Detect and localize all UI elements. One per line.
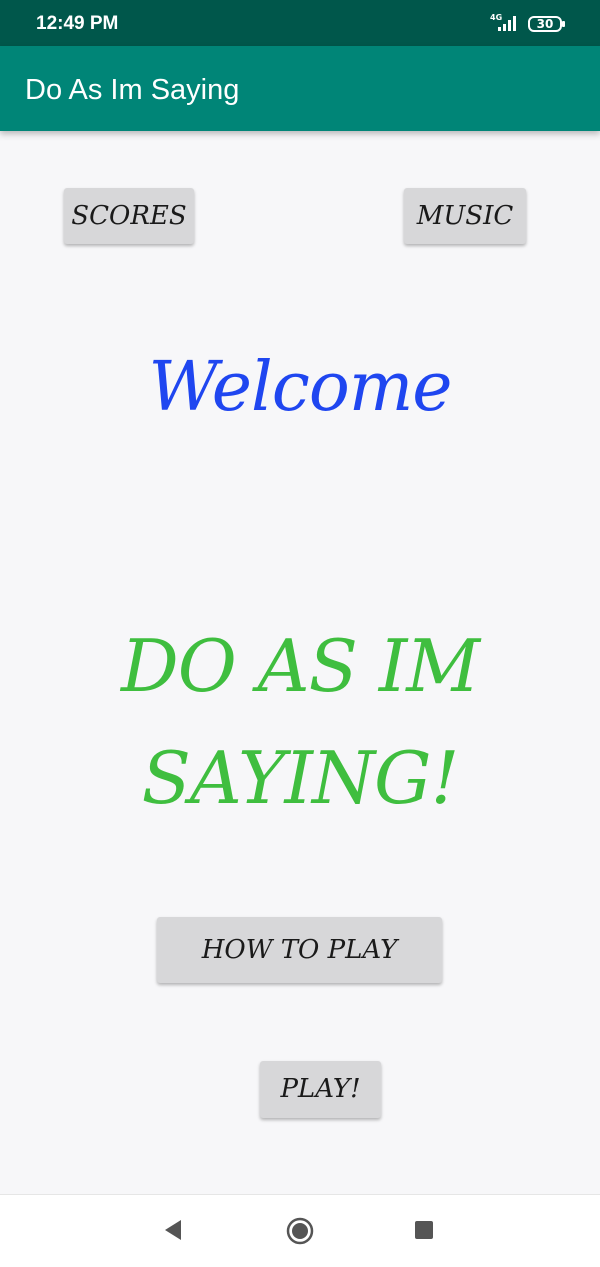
play-button[interactable]: PLAY! — [260, 1061, 381, 1118]
how-to-play-button[interactable]: HOW TO PLAY — [157, 917, 442, 983]
navigation-bar — [0, 1194, 600, 1267]
battery-level: 30 — [536, 17, 554, 31]
scores-button[interactable]: SCORES — [64, 188, 194, 244]
status-bar: 12:49 PM 4G 30 — [0, 0, 600, 46]
home-icon[interactable] — [286, 1217, 314, 1245]
battery-icon: 30 — [528, 16, 566, 32]
music-button[interactable]: MUSIC — [404, 188, 526, 244]
back-icon[interactable] — [163, 1219, 183, 1241]
welcome-heading: Welcome — [148, 348, 452, 427]
status-time: 12:49 PM — [36, 13, 119, 34]
recents-icon[interactable] — [415, 1221, 433, 1239]
headline-line-2: SAYING! — [141, 736, 460, 820]
app-title: Do As Im Saying — [25, 74, 240, 106]
app-bar: Do As Im Saying — [0, 46, 600, 131]
signal-icon — [498, 16, 516, 31]
main-headline: DO AS IM SAYING! — [50, 610, 550, 834]
headline-line-1: DO AS IM — [120, 624, 480, 708]
